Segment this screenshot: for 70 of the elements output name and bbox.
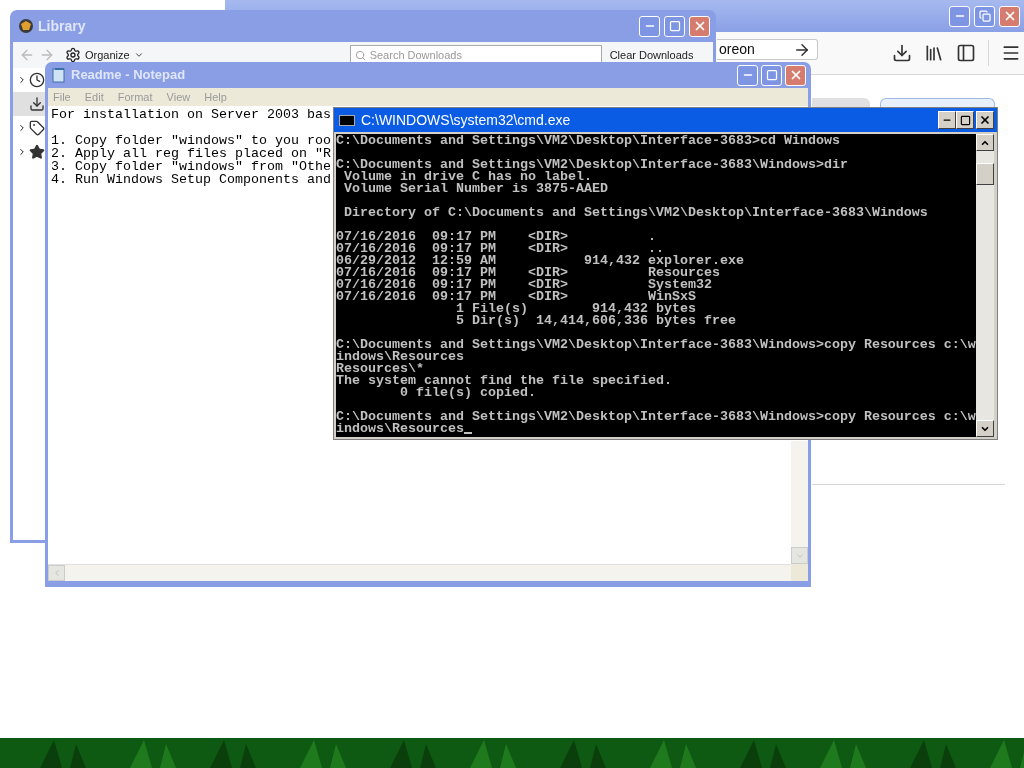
- vertical-scrollbar[interactable]: [976, 134, 994, 437]
- console-line: 07/16/2016 09:17 PM <DIR> .: [336, 231, 656, 243]
- menu-icon[interactable]: [1001, 43, 1021, 63]
- clock-icon: [29, 72, 45, 88]
- console-line: Volume in drive C has no label.: [343, 171, 592, 183]
- text-line: 2. Apply all reg files placed on "R: [51, 147, 331, 160]
- clear-downloads-button[interactable]: Clear Downloads: [603, 45, 700, 65]
- button-edge: [812, 98, 870, 107]
- console-icon: [339, 114, 355, 126]
- text-line: For installation on Server 2003 bas: [51, 108, 331, 121]
- sidebar-icon[interactable]: [956, 43, 976, 63]
- restore-icon: [978, 10, 991, 22]
- window-title: Readme - Notepad: [71, 66, 187, 85]
- window-title: C:\WINDOWS\system32\cmd.exe: [361, 110, 572, 130]
- text-cursor: [464, 432, 472, 434]
- notepad-icon: [51, 67, 67, 83]
- horizontal-scrollbar[interactable]: [48, 564, 791, 581]
- scroll-thumb[interactable]: [976, 163, 994, 185]
- console-line: 07/16/2016 09:17 PM <DIR> ..: [336, 243, 664, 255]
- console-line: 07/16/2016 09:17 PM <DIR> System32: [336, 279, 712, 291]
- console-line: C:\Documents and Settings\VM2\Desktop\Interface-3683>cd Windows: [336, 135, 840, 147]
- console-line: 07/16/2016 09:17 PM <DIR> WinSxS: [336, 291, 696, 303]
- caret-icon: [133, 50, 144, 60]
- download-icon: [29, 96, 45, 112]
- console-line: Volume Serial Number is 3875-AAED: [343, 183, 608, 195]
- console-line: C:\Documents and Settings\VM2\Desktop\Interface-3683\Windows>copy Resources c:\w: [336, 411, 976, 423]
- console-line: indows\Resources: [336, 423, 464, 435]
- maximize-icon: [765, 69, 778, 81]
- text-line: 3. Copy folder "windows" from "Othe: [51, 160, 331, 173]
- close-button[interactable]: [976, 111, 994, 129]
- console-line: C:\Documents and Settings\VM2\Desktop\Interface-3683\Windows>dir: [336, 159, 848, 171]
- vertical-scrollbar[interactable]: [791, 441, 808, 564]
- search-field[interactable]: Search Downloads: [349, 45, 602, 65]
- scroll-up-button[interactable]: [976, 134, 994, 151]
- chevron-icon[interactable]: [17, 75, 27, 85]
- download-icon[interactable]: [892, 43, 912, 63]
- resize-grip[interactable]: [791, 564, 808, 581]
- console-line: 0 file(s) copied.: [400, 387, 536, 399]
- menu-item[interactable]: Edit: [84, 88, 104, 106]
- gear-icon: [65, 47, 81, 63]
- close-icon: [979, 114, 991, 126]
- tag-icon: [29, 120, 45, 136]
- text-line: 1. Copy folder "windows" to you roo: [51, 134, 331, 147]
- menu-item[interactable]: File: [53, 88, 71, 106]
- console-line: 07/16/2016 09:17 PM <DIR> Resources: [336, 267, 720, 279]
- window-title: Library: [38, 16, 87, 36]
- chevron-icon[interactable]: [17, 123, 27, 133]
- chevron-icon[interactable]: [17, 147, 27, 157]
- console-line: 06/29/2012 12:59 AM 914,432 explorer.exe: [336, 255, 744, 267]
- console-line: 5 Dir(s) 14,414,606,336 bytes free: [454, 315, 736, 327]
- search-icon: [354, 49, 366, 61]
- library-icon[interactable]: [924, 43, 944, 63]
- console-line: Directory of C:\Documents and Settings\VM2\Desktop\Interface-3683\Windows: [343, 207, 928, 219]
- console-line: C:\Documents and Settings\VM2\Desktop\Interface-3683\Windows>copy Resources c:\w: [336, 339, 976, 351]
- text-line: 4. Run Windows Setup Components and: [51, 173, 331, 186]
- maximize-button[interactable]: [956, 111, 974, 129]
- url-field[interactable]: oreon: [717, 39, 818, 60]
- maximize-icon: [668, 20, 681, 32]
- maximize-icon: [959, 114, 971, 126]
- console-line: indows\Resources: [336, 351, 464, 363]
- restore-button[interactable]: [974, 5, 995, 27]
- minimize-button[interactable]: [938, 111, 956, 129]
- console-line: Resources\*: [336, 363, 424, 375]
- menu-item[interactable]: Format: [117, 88, 153, 106]
- console-line: The system cannot find the file specified.: [336, 375, 672, 387]
- menu-item[interactable]: Help: [204, 88, 227, 106]
- organize-button[interactable]: Organize: [65, 46, 144, 64]
- console-line: 1 File(s) 914,432 bytes: [454, 303, 696, 315]
- star-icon: [29, 144, 45, 160]
- menu-item[interactable]: View: [166, 88, 191, 106]
